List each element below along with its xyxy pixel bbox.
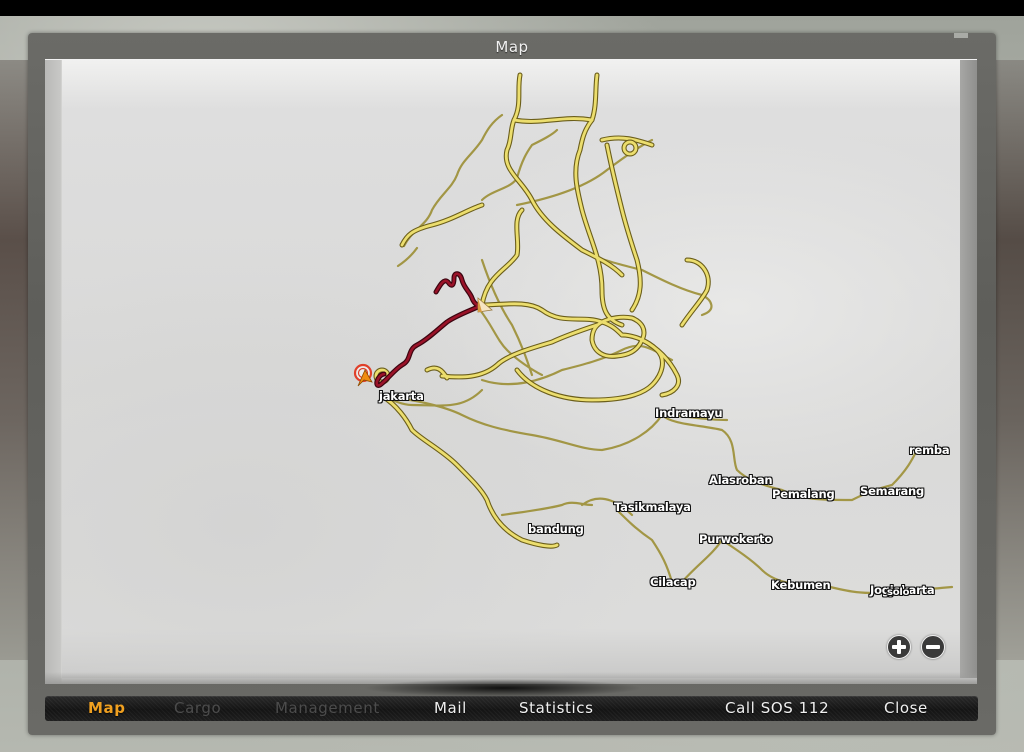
major-road [400, 203, 484, 247]
menu-statistics[interactable]: Statistics [519, 696, 594, 721]
city-label-semarang: Semarang [860, 484, 925, 498]
major-road [605, 143, 642, 312]
background-left-edge [0, 60, 28, 660]
minus-icon [926, 645, 940, 649]
background-right-edge [996, 60, 1024, 660]
menu-map[interactable]: Map [88, 696, 126, 721]
city-label-cilacap: Cilacap [650, 575, 696, 589]
minor-road [402, 113, 504, 248]
map-window: Map jakarta Indramayu remba Alasroban Pe… [28, 33, 996, 735]
city-label-purwokerto: Purwokerto [699, 532, 773, 546]
plus-icon-vertical [897, 640, 901, 654]
city-label-tasikmalaya: Tasikmalaya [614, 500, 691, 514]
minor-road [615, 508, 674, 584]
minor-road [396, 246, 419, 268]
menu-shadow [363, 679, 643, 697]
minor-road [515, 138, 654, 207]
window-title: Map [495, 38, 529, 56]
city-label-solo: solo [887, 587, 910, 598]
bottom-menu-bar: Map Cargo Management Mail Statistics Cal… [45, 696, 978, 721]
major-road [574, 73, 624, 327]
minor-road [480, 128, 559, 202]
city-label-kebumen: Kebumen [771, 578, 831, 592]
minor-road [500, 501, 594, 517]
menu-management[interactable]: Management [275, 696, 380, 721]
city-label-remba: remba [909, 443, 950, 457]
city-label-jakarta: jakarta [379, 389, 424, 403]
menu-cargo[interactable]: Cargo [174, 696, 221, 721]
menu-close[interactable]: Close [884, 696, 928, 721]
zoom-in-button[interactable] [887, 635, 911, 659]
map-frame: jakarta Indramayu remba Alasroban Pemala… [45, 59, 977, 684]
menu-call-sos[interactable]: Call SOS 112 [725, 696, 829, 721]
city-label-bandung: bandung [528, 522, 584, 536]
city-label-pemalang: Pemalang [772, 487, 835, 501]
city-label-indramayu: Indramayu [655, 406, 723, 420]
map-right-edge [960, 60, 977, 678]
city-label-alasroban: Alasroban [709, 473, 773, 487]
map-canvas[interactable]: jakarta Indramayu remba Alasroban Pemala… [62, 60, 960, 678]
menu-mail[interactable]: Mail [434, 696, 467, 721]
minor-road [480, 344, 674, 386]
letterbox-top [0, 0, 1024, 16]
major-road [504, 73, 624, 277]
zoom-out-button[interactable] [921, 635, 945, 659]
minor-road [478, 308, 544, 377]
